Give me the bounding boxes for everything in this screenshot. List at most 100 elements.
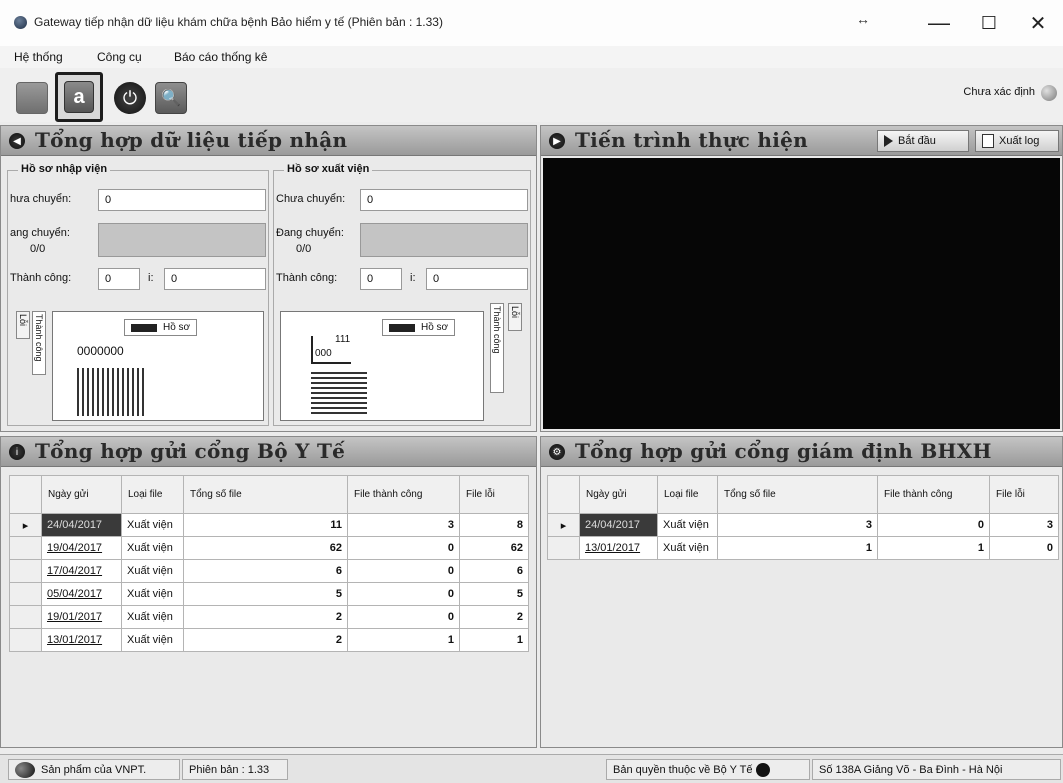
cell-date[interactable]: 05/04/2017 bbox=[41, 582, 122, 606]
col-error[interactable]: File lỗi bbox=[989, 475, 1059, 514]
cell-date[interactable]: 17/04/2017 bbox=[41, 559, 122, 583]
cell-error[interactable]: 3 bbox=[989, 513, 1059, 537]
cell-error[interactable]: 8 bbox=[459, 513, 529, 537]
cell-success[interactable]: 0 bbox=[347, 582, 460, 606]
cell-success[interactable]: 0 bbox=[877, 513, 990, 537]
table-row[interactable]: 05/04/2017 Xuất viện 5 0 5 bbox=[9, 582, 529, 606]
bhxh-table: Ngày gửi Loại file Tổng số file File thà… bbox=[547, 475, 1059, 560]
menu-bar: Hệ thống Công cụ Báo cáo thống kê bbox=[0, 46, 1063, 68]
row-selector[interactable] bbox=[9, 582, 42, 606]
col-total[interactable]: Tổng số file bbox=[183, 475, 348, 514]
cell-error[interactable]: 2 bbox=[459, 605, 529, 629]
cell-total[interactable]: 2 bbox=[183, 605, 348, 629]
cell-type[interactable]: Xuất viện bbox=[121, 513, 184, 537]
outpatient-pending-field[interactable]: 0 bbox=[360, 189, 528, 211]
col-type[interactable]: Loại file bbox=[657, 475, 718, 514]
cell-success[interactable]: 3 bbox=[347, 513, 460, 537]
table-row[interactable]: 17/04/2017 Xuất viện 6 0 6 bbox=[9, 559, 529, 583]
cell-date[interactable]: 13/01/2017 bbox=[579, 536, 658, 560]
maximize-button[interactable]: ☐ bbox=[966, 6, 1012, 40]
outpatient-chart-label-b: 000 bbox=[315, 348, 332, 359]
col-date[interactable]: Ngày gửi bbox=[579, 475, 658, 514]
cell-type[interactable]: Xuất viện bbox=[657, 536, 718, 560]
cell-success[interactable]: 1 bbox=[347, 628, 460, 652]
progress-panel-header: ▶ Tiến trình thực hiện Bắt đầu Xuất log bbox=[541, 126, 1062, 156]
col-error[interactable]: File lỗi bbox=[459, 475, 529, 514]
search-button[interactable]: 🔍 bbox=[155, 82, 187, 114]
cell-total[interactable]: 5 bbox=[183, 582, 348, 606]
cell-date[interactable]: 13/01/2017 bbox=[41, 628, 122, 652]
cell-error[interactable]: 0 bbox=[989, 536, 1059, 560]
inpatient-success-label: Thành công: bbox=[10, 272, 72, 284]
outpatient-success-field[interactable]: 0 bbox=[360, 268, 402, 290]
menu-tools[interactable]: Công cụ bbox=[97, 50, 142, 64]
table-row[interactable]: 13/01/2017 Xuất viện 2 1 1 bbox=[9, 628, 529, 652]
cell-type[interactable]: Xuất viện bbox=[121, 536, 184, 560]
col-type[interactable]: Loại file bbox=[121, 475, 184, 514]
cell-error[interactable]: 6 bbox=[459, 559, 529, 583]
table-row[interactable]: 19/01/2017 Xuất viện 2 0 2 bbox=[9, 605, 529, 629]
cell-type[interactable]: Xuất viện bbox=[121, 628, 184, 652]
inpatient-error-field[interactable]: 0 bbox=[164, 268, 266, 290]
outpatient-error-field[interactable]: 0 bbox=[426, 268, 528, 290]
outpatient-sending-bar bbox=[360, 223, 528, 257]
cell-error[interactable]: 1 bbox=[459, 628, 529, 652]
table-row[interactable]: ▸ 24/04/2017 Xuất viện 11 3 8 bbox=[9, 513, 529, 537]
row-selector[interactable] bbox=[9, 605, 42, 629]
close-button[interactable]: ✕ bbox=[1015, 6, 1061, 40]
menu-system[interactable]: Hệ thống bbox=[14, 50, 63, 64]
table-row[interactable]: 13/01/2017 Xuất viện 1 1 0 bbox=[547, 536, 1059, 560]
cell-total[interactable]: 11 bbox=[183, 513, 348, 537]
table-row[interactable]: 19/04/2017 Xuất viện 62 0 62 bbox=[9, 536, 529, 560]
cell-date[interactable]: 24/04/2017 bbox=[41, 513, 122, 537]
progress-title: Tiến trình thực hiện bbox=[575, 128, 808, 152]
row-selector[interactable] bbox=[9, 559, 42, 583]
row-selector[interactable]: ▸ bbox=[547, 513, 580, 537]
col-total[interactable]: Tổng số file bbox=[717, 475, 878, 514]
cell-total[interactable]: 62 bbox=[183, 536, 348, 560]
database-button[interactable] bbox=[16, 82, 48, 114]
inpatient-pending-field[interactable]: 0 bbox=[98, 189, 266, 211]
cell-type[interactable]: Xuất viện bbox=[657, 513, 718, 537]
col-success[interactable]: File thành công bbox=[877, 475, 990, 514]
cell-date[interactable]: 19/04/2017 bbox=[41, 536, 122, 560]
cell-success[interactable]: 0 bbox=[347, 536, 460, 560]
cell-total[interactable]: 2 bbox=[183, 628, 348, 652]
collapse-icon[interactable]: ◀ bbox=[9, 133, 25, 149]
resize-icon[interactable]: ↔ bbox=[856, 11, 870, 27]
cell-type[interactable]: Xuất viện bbox=[121, 559, 184, 583]
cell-date[interactable]: 19/01/2017 bbox=[41, 605, 122, 629]
cell-error[interactable]: 62 bbox=[459, 536, 529, 560]
start-button[interactable]: Bắt đầu bbox=[877, 130, 969, 152]
cell-type[interactable]: Xuất viện bbox=[121, 605, 184, 629]
cell-total[interactable]: 3 bbox=[717, 513, 878, 537]
cell-error[interactable]: 5 bbox=[459, 582, 529, 606]
col-success[interactable]: File thành công bbox=[347, 475, 460, 514]
cell-total[interactable]: 1 bbox=[717, 536, 878, 560]
col-date[interactable]: Ngày gửi bbox=[41, 475, 122, 514]
table-row[interactable]: ▸ 24/04/2017 Xuất viện 3 0 3 bbox=[547, 513, 1059, 537]
cell-date[interactable]: 24/04/2017 bbox=[579, 513, 658, 537]
cell-total[interactable]: 6 bbox=[183, 559, 348, 583]
inpatient-success-field[interactable]: 0 bbox=[98, 268, 140, 290]
minimize-button[interactable]: — bbox=[916, 6, 962, 40]
info-icon: i bbox=[9, 444, 25, 460]
cell-type[interactable]: Xuất viện bbox=[121, 582, 184, 606]
cell-success[interactable]: 1 bbox=[877, 536, 990, 560]
menu-reports[interactable]: Báo cáo thống kê bbox=[174, 50, 267, 64]
row-selector[interactable] bbox=[9, 628, 42, 652]
row-selector[interactable] bbox=[9, 536, 42, 560]
row-selector[interactable]: ▸ bbox=[9, 513, 42, 537]
cell-success[interactable]: 0 bbox=[347, 559, 460, 583]
outpatient-tab-error[interactable]: Lỗi bbox=[508, 303, 522, 331]
row-selector[interactable] bbox=[547, 536, 580, 560]
cell-success[interactable]: 0 bbox=[347, 605, 460, 629]
lock-button[interactable]: a bbox=[55, 72, 103, 122]
start-button-label: Bắt đầu bbox=[898, 135, 936, 147]
power-button[interactable]: ⏻ bbox=[114, 82, 146, 114]
inpatient-tab-error[interactable]: Lỗi bbox=[16, 311, 30, 339]
inpatient-tab-success[interactable]: Thành công bbox=[32, 311, 46, 375]
window-title: Gateway tiếp nhận dữ liệu khám chữa bệnh… bbox=[34, 15, 443, 29]
outpatient-tab-success[interactable]: Thành công bbox=[490, 303, 504, 393]
export-log-button[interactable]: Xuất log bbox=[975, 130, 1059, 152]
